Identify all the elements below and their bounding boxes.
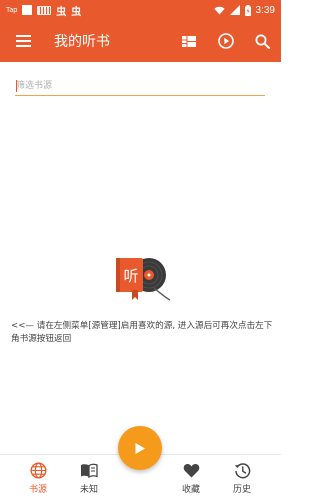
wifi-icon [213,6,225,15]
play-circle-icon [217,33,234,49]
nav-label: 收藏 [181,485,200,495]
text-cursor [16,80,17,92]
play-icon [135,442,145,454]
nav-item-favorites[interactable]: 收藏 [171,461,211,497]
status-left: Tap 虫 虫 [6,3,81,18]
globe-icon [29,461,47,479]
clock: 3:39 [255,4,275,16]
keyboard-icon [37,5,52,15]
heart-icon [182,461,200,479]
app-bar: 我的听书 [0,20,281,62]
nav-item-unknown[interactable]: 未知 [69,461,109,497]
play-button[interactable] [207,20,244,62]
view-list-icon [181,35,196,47]
hamburger-icon [15,35,31,47]
nav-label: 历史 [232,485,251,495]
fab-play-button[interactable] [118,426,162,470]
search-button[interactable] [244,20,281,62]
book-icon [80,461,98,479]
app-actions [170,20,281,62]
audiobook-illustration-icon: 听 [116,258,171,301]
nav-label: 书源 [28,485,47,495]
search-icon [255,34,270,49]
empty-state-message: <<— 请在左侧菜单[源管理]启用喜欢的源, 进入源后可再次点击左下角书源按钮返… [11,321,273,344]
battery-icon [244,4,251,16]
nav-label: 未知 [79,485,98,495]
notification-square-icon [22,5,33,15]
menu-button[interactable] [0,20,46,62]
illustration-glyph: 听 [123,267,138,285]
page-title: 我的听书 [54,34,110,50]
nav-item-sources[interactable]: 书源 [18,461,58,497]
nav-item-history[interactable]: 历史 [222,461,262,497]
notification-glyph: 虫 [56,6,67,18]
filter-source-input[interactable] [15,76,265,96]
tap-indicator: Tap [6,6,18,14]
signal-icon [229,5,240,15]
history-icon [233,461,251,479]
notification-glyph: 虫 [71,6,82,18]
status-right: 3:39 [213,4,275,16]
status-bar: Tap 虫 虫 3:39 [0,0,281,20]
view-mode-button[interactable] [170,20,207,62]
